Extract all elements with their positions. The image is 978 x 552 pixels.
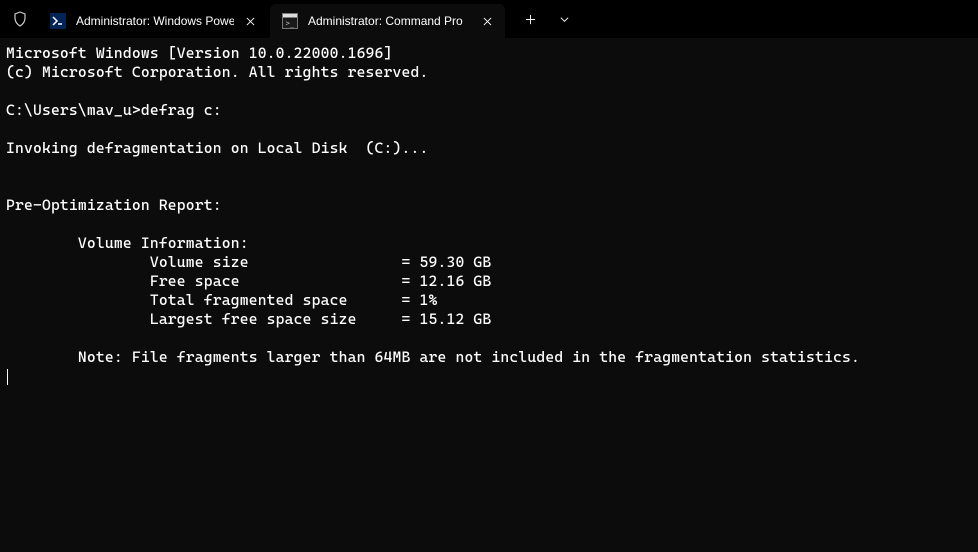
tab-title: Administrator: Command Pro [308, 14, 471, 28]
shield-icon [12, 11, 28, 27]
cursor [7, 369, 8, 385]
output-line: Invoking defragmentation on Local Disk (… [6, 139, 429, 157]
powershell-icon [50, 13, 66, 29]
tab-title: Administrator: Windows Powe [76, 14, 234, 28]
close-icon[interactable] [242, 13, 258, 29]
tab-command-prompt[interactable]: >_ Administrator: Command Pro [270, 4, 505, 38]
terminal-output[interactable]: Microsoft Windows [Version 10.0.22000.16… [0, 38, 978, 392]
close-icon[interactable] [479, 13, 495, 29]
output-line: Microsoft Windows [Version 10.0.22000.16… [6, 44, 393, 62]
output-line: Note: File fragments larger than 64MB ar… [6, 348, 860, 366]
output-line: Volume size = 59.30 GB [6, 253, 491, 271]
tab-powershell[interactable]: Administrator: Windows Powe [38, 4, 268, 38]
titlebar: Administrator: Windows Powe >_ Administr… [0, 0, 978, 38]
output-line: Largest free space size = 15.12 GB [6, 310, 491, 328]
tab-dropdown-button[interactable] [547, 2, 581, 36]
output-line: Total fragmented space = 1% [6, 291, 437, 309]
output-line: Free space = 12.16 GB [6, 272, 491, 290]
output-line: (c) Microsoft Corporation. All rights re… [6, 63, 429, 81]
new-tab-button[interactable] [513, 2, 547, 36]
cmd-icon: >_ [282, 13, 298, 29]
titlebar-actions [513, 2, 581, 36]
svg-text:>_: >_ [286, 19, 295, 27]
output-line: Volume Information: [6, 234, 249, 252]
output-line: Pre-Optimization Report: [6, 196, 222, 214]
prompt-line: C:\Users\mav_u>defrag c: [6, 101, 222, 119]
